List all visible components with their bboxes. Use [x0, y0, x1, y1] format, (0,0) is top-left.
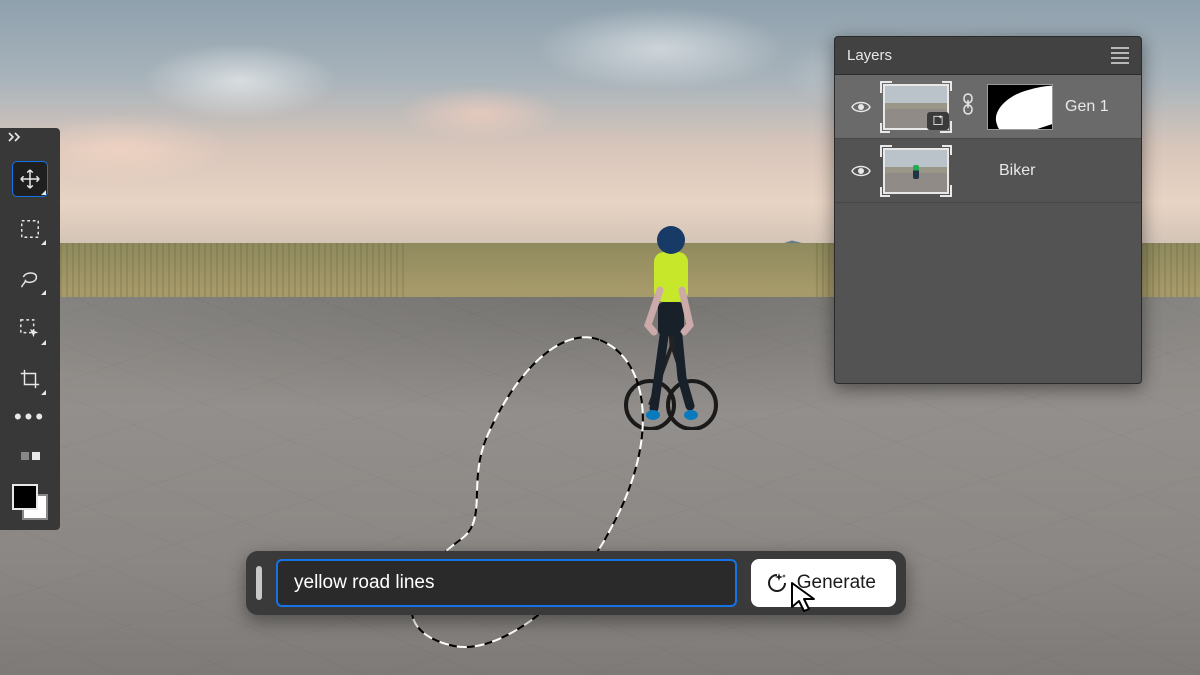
- layer-thumbnail[interactable]: [883, 148, 949, 194]
- generative-fill-bar: Generate: [246, 551, 906, 615]
- more-tools-button[interactable]: •••: [14, 412, 46, 432]
- move-icon: [19, 168, 41, 190]
- quick-select-tool[interactable]: [13, 312, 47, 346]
- chevron-right-double-icon: [8, 132, 22, 142]
- layer-mask-thumbnail[interactable]: [987, 84, 1053, 130]
- edit-toolbar-button[interactable]: [21, 448, 40, 464]
- layer-name[interactable]: Gen 1: [1065, 98, 1129, 116]
- layers-list: Gen 1 Biker: [835, 75, 1141, 383]
- lasso-icon: [19, 268, 41, 290]
- generate-button-label: Generate: [797, 572, 876, 594]
- layers-panel: Layers: [834, 36, 1142, 384]
- tools-toolbar: •••: [0, 146, 60, 530]
- layer-link-icon[interactable]: [961, 93, 975, 120]
- cyclist-subject: [620, 220, 720, 430]
- generative-layer-badge-icon: [927, 112, 949, 130]
- color-swatches[interactable]: [12, 484, 48, 520]
- visibility-toggle[interactable]: [851, 100, 871, 114]
- toolbar-collapse-handle[interactable]: [0, 128, 60, 146]
- generative-prompt-input[interactable]: [276, 559, 737, 607]
- layers-panel-title: Layers: [847, 47, 892, 64]
- generate-sparkle-icon: [765, 571, 789, 595]
- eye-icon: [851, 164, 871, 178]
- crop-icon: [19, 368, 41, 390]
- layers-panel-header[interactable]: Layers: [835, 37, 1141, 75]
- lasso-tool[interactable]: [13, 262, 47, 296]
- panel-menu-icon[interactable]: [1111, 47, 1129, 64]
- drag-handle[interactable]: [256, 566, 262, 600]
- crop-tool[interactable]: [13, 362, 47, 396]
- layer-row[interactable]: Biker: [835, 139, 1141, 203]
- foreground-color-swatch[interactable]: [12, 484, 38, 510]
- move-tool[interactable]: [13, 162, 47, 196]
- visibility-toggle[interactable]: [851, 164, 871, 178]
- quick-select-icon: [19, 318, 41, 340]
- marquee-tool[interactable]: [13, 212, 47, 246]
- layer-name[interactable]: Biker: [999, 162, 1129, 180]
- eye-icon: [851, 100, 871, 114]
- layer-thumbnail[interactable]: [883, 84, 949, 130]
- generate-button[interactable]: Generate: [751, 559, 896, 607]
- marquee-icon: [19, 218, 41, 240]
- layer-row[interactable]: Gen 1: [835, 75, 1141, 139]
